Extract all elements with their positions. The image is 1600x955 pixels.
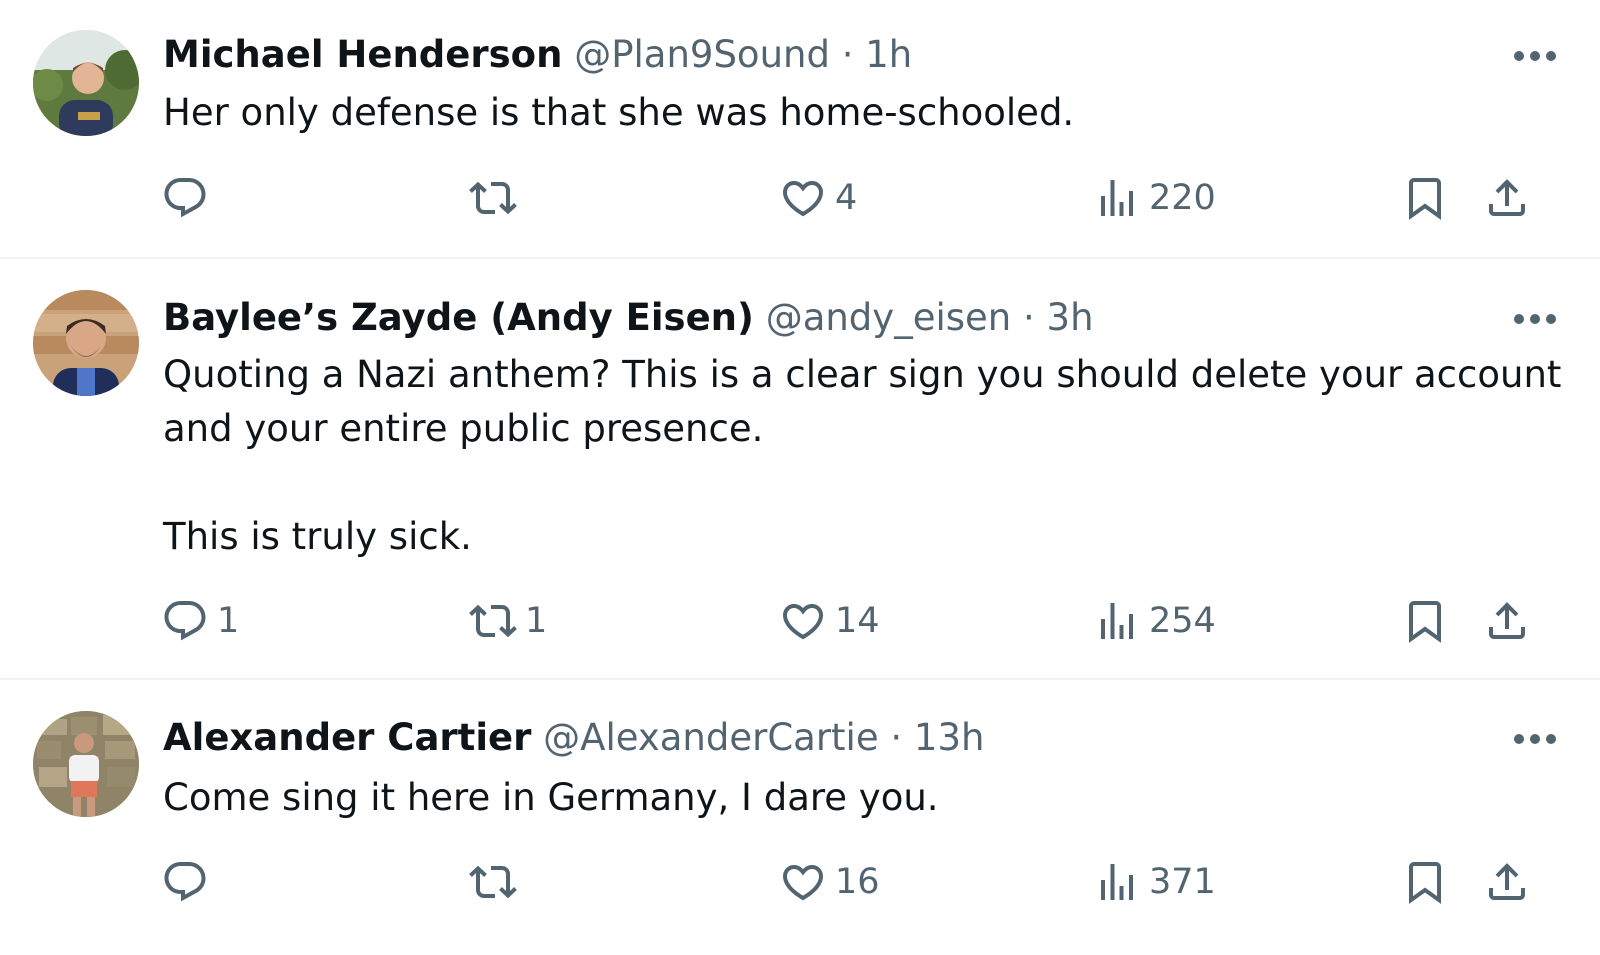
reply-icon bbox=[164, 601, 206, 641]
bookmark-button[interactable] bbox=[1401, 857, 1449, 907]
tweet-header: Michael Henderson @Plan9Sound · 1h bbox=[163, 33, 912, 77]
views-count: 371 bbox=[1149, 862, 1216, 902]
timestamp[interactable]: 3h bbox=[1047, 296, 1094, 339]
like-heart-icon bbox=[782, 865, 824, 901]
views-count: 254 bbox=[1149, 601, 1216, 641]
repost-button[interactable] bbox=[469, 857, 525, 907]
reply-button[interactable] bbox=[161, 173, 217, 223]
views-button[interactable]: 220 bbox=[1093, 173, 1216, 223]
tweet-1[interactable]: Michael Henderson @Plan9Sound · 1h Her o… bbox=[0, 0, 1600, 257]
views-count: 220 bbox=[1149, 178, 1216, 218]
share-upload-icon bbox=[1489, 179, 1525, 216]
more-dots-icon[interactable] bbox=[1512, 48, 1558, 62]
share-button[interactable] bbox=[1483, 173, 1531, 223]
author-handle[interactable]: @AlexanderCartie bbox=[543, 716, 878, 759]
repost-button[interactable] bbox=[469, 173, 525, 223]
like-heart-icon bbox=[782, 181, 824, 217]
author-name[interactable]: Alexander Cartier bbox=[163, 716, 531, 759]
tweet-text: Come sing it here in Germany, I dare you… bbox=[163, 776, 939, 819]
like-count: 16 bbox=[835, 862, 880, 902]
author-handle[interactable]: @andy_eisen bbox=[766, 296, 1012, 339]
views-button[interactable]: 371 bbox=[1093, 857, 1216, 907]
tweet-header: Baylee’s Zayde (Andy Eisen) @andy_eisen … bbox=[163, 296, 1094, 340]
share-upload-icon bbox=[1489, 602, 1525, 639]
timestamp[interactable]: 1h bbox=[865, 33, 912, 76]
author-name[interactable]: Michael Henderson bbox=[163, 33, 562, 76]
bookmark-icon bbox=[1409, 601, 1441, 643]
like-count: 14 bbox=[835, 601, 880, 641]
tweet-header: Alexander Cartier @AlexanderCartie · 13h bbox=[163, 716, 984, 760]
more-dots-icon[interactable] bbox=[1512, 731, 1558, 745]
share-upload-icon bbox=[1489, 863, 1525, 900]
timestamp[interactable]: 13h bbox=[914, 716, 985, 759]
tweet-text: Her only defense is that she was home-sc… bbox=[163, 91, 1075, 134]
views-bar-chart-icon bbox=[1101, 864, 1133, 900]
share-button[interactable] bbox=[1483, 857, 1531, 907]
tweet-3[interactable]: Alexander Cartier @AlexanderCartie · 13h… bbox=[0, 680, 1600, 955]
repost-icon bbox=[469, 604, 517, 638]
bookmark-icon bbox=[1409, 178, 1441, 220]
repost-count: 1 bbox=[525, 601, 548, 641]
author-handle[interactable]: @Plan9Sound bbox=[574, 33, 830, 76]
bookmark-button[interactable] bbox=[1401, 173, 1449, 223]
views-bar-chart-icon bbox=[1101, 180, 1133, 216]
avatar[interactable] bbox=[33, 30, 139, 136]
repost-icon bbox=[469, 181, 517, 215]
author-name[interactable]: Baylee’s Zayde (Andy Eisen) bbox=[163, 296, 754, 339]
repost-icon bbox=[469, 865, 517, 899]
avatar[interactable] bbox=[33, 290, 139, 396]
reply-button[interactable]: 1 bbox=[161, 596, 239, 646]
views-bar-chart-icon bbox=[1101, 603, 1133, 639]
reply-button[interactable] bbox=[161, 857, 217, 907]
more-dots-icon[interactable] bbox=[1512, 311, 1558, 325]
repost-button[interactable]: 1 bbox=[469, 596, 547, 646]
reply-icon bbox=[164, 862, 206, 902]
like-count: 4 bbox=[835, 178, 858, 218]
separator-dot: · bbox=[841, 33, 854, 76]
views-button[interactable]: 254 bbox=[1093, 596, 1216, 646]
reply-count: 1 bbox=[217, 601, 240, 641]
share-button[interactable] bbox=[1483, 596, 1531, 646]
separator-dot: · bbox=[1023, 296, 1035, 339]
like-button[interactable]: 4 bbox=[779, 173, 857, 223]
separator-dot: · bbox=[890, 716, 903, 759]
tweet-2[interactable]: Baylee’s Zayde (Andy Eisen) @andy_eisen … bbox=[0, 259, 1600, 678]
bookmark-icon bbox=[1409, 862, 1441, 904]
like-button[interactable]: 16 bbox=[779, 857, 880, 907]
avatar[interactable] bbox=[33, 711, 139, 817]
like-heart-icon bbox=[782, 604, 824, 640]
like-button[interactable]: 14 bbox=[779, 596, 880, 646]
reply-icon bbox=[164, 178, 206, 218]
tweet-text: Quoting a Nazi anthem? This is a clear s… bbox=[163, 353, 1562, 558]
bookmark-button[interactable] bbox=[1401, 596, 1449, 646]
